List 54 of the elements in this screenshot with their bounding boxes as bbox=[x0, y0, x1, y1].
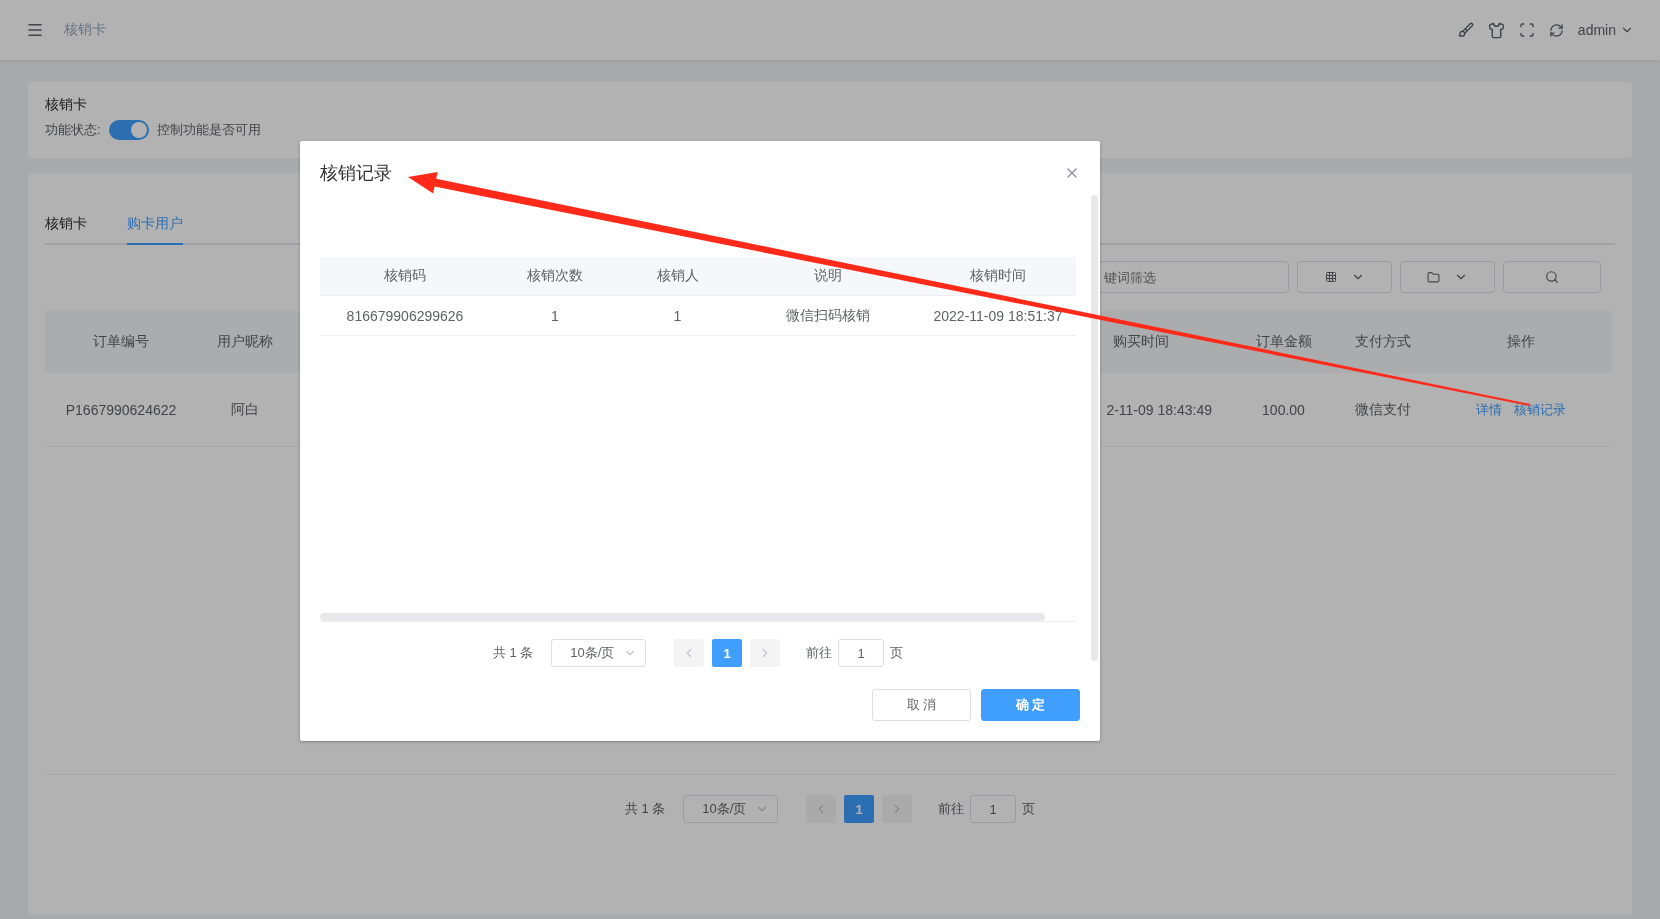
column-header: 订单金额 bbox=[1222, 311, 1345, 373]
dialog-title: 核销记录 bbox=[320, 162, 392, 185]
folder-dropdown[interactable] bbox=[1400, 261, 1495, 293]
column-header: 核销人 bbox=[620, 257, 735, 296]
columns-dropdown[interactable] bbox=[1297, 261, 1392, 293]
switch-description: 控制功能是否可用 bbox=[156, 121, 261, 139]
table-cell: 1 bbox=[620, 296, 735, 336]
folder-icon bbox=[1427, 270, 1440, 284]
column-header: 操作 bbox=[1430, 311, 1612, 373]
page-suffix: 页 bbox=[890, 644, 904, 662]
toggle-switch[interactable] bbox=[108, 120, 149, 140]
page-number-button[interactable]: 1 bbox=[844, 795, 875, 823]
status-label: 功能状态: bbox=[45, 121, 101, 139]
goto-page-input[interactable]: 1 bbox=[838, 639, 885, 667]
menu-icon[interactable] bbox=[26, 21, 44, 39]
total-count: 共 1 条 bbox=[624, 800, 666, 818]
goto-label: 前往 bbox=[806, 644, 833, 662]
shirt-icon[interactable] bbox=[1487, 21, 1505, 39]
page-size-select[interactable]: 10条/页 bbox=[551, 639, 647, 667]
goto-page-input[interactable]: 1 bbox=[970, 795, 1017, 823]
refresh-icon[interactable] bbox=[1548, 22, 1564, 38]
user-menu[interactable]: admin bbox=[1577, 22, 1634, 38]
tab[interactable]: 购卡用户 bbox=[127, 207, 183, 245]
page-suffix: 页 bbox=[1022, 800, 1036, 818]
card-title: 核销卡 bbox=[45, 96, 88, 114]
table-cell: 816679906299626 bbox=[320, 296, 490, 336]
vertical-scrollbar[interactable] bbox=[1091, 195, 1098, 661]
column-header: 核销时间 bbox=[920, 257, 1076, 296]
search-button[interactable] bbox=[1503, 261, 1601, 293]
fullscreen-icon[interactable] bbox=[1518, 22, 1535, 38]
tab[interactable]: 核销卡 bbox=[45, 207, 87, 245]
search-icon bbox=[1545, 270, 1559, 284]
column-header: 说明 bbox=[735, 257, 920, 296]
row-action-link[interactable]: 核销记录 bbox=[1514, 400, 1566, 419]
column-header: 订单编号 bbox=[45, 311, 197, 373]
cancel-button[interactable]: 取 消 bbox=[872, 689, 971, 721]
grid-icon bbox=[1324, 271, 1337, 283]
table-cell: 微信扫码核销 bbox=[735, 296, 920, 336]
goto-label: 前往 bbox=[938, 800, 965, 818]
column-header: 支付方式 bbox=[1345, 311, 1430, 373]
table-cell: 阿白 bbox=[197, 373, 293, 447]
table-cell: 100.00 bbox=[1222, 373, 1345, 447]
column-header: 核销码 bbox=[320, 257, 490, 296]
total-count: 共 1 条 bbox=[492, 644, 534, 662]
table-cell: P1667990624622 bbox=[45, 373, 197, 447]
confirm-button[interactable]: 确 定 bbox=[981, 689, 1080, 721]
column-header: 用户昵称 bbox=[197, 311, 293, 373]
brush-icon[interactable] bbox=[1457, 22, 1474, 38]
page-number-button[interactable]: 1 bbox=[712, 639, 743, 667]
table-cell: 1 bbox=[490, 296, 620, 336]
row-action-link[interactable]: 详情 bbox=[1476, 400, 1502, 419]
breadcrumb: 核销卡 bbox=[64, 21, 106, 39]
column-header: 核销次数 bbox=[490, 257, 620, 296]
page-size-select[interactable]: 10条/页 bbox=[683, 795, 779, 823]
